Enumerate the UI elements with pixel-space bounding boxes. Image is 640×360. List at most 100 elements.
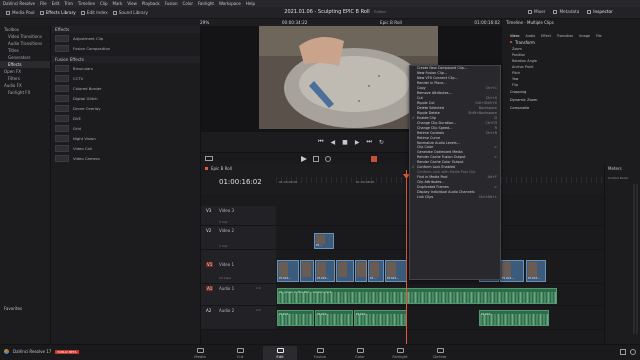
tree-titles[interactable]: Titles <box>0 47 50 54</box>
stop-icon[interactable]: ■ <box>342 139 348 146</box>
menu-file[interactable]: File <box>40 1 47 6</box>
play-reverse-icon[interactable]: ◀ <box>331 139 336 146</box>
track-header-v3[interactable]: V3 Video 3 0 Clip <box>201 206 276 226</box>
project-home-icon[interactable] <box>620 349 626 355</box>
menu-help[interactable]: Help <box>246 1 255 6</box>
snap-icon[interactable] <box>371 156 377 162</box>
clip-v2[interactable]: P1... <box>314 233 334 249</box>
clip-v1-9[interactable]: P1022... <box>500 260 524 282</box>
page-cut[interactable]: Cut <box>223 346 257 360</box>
track-a2[interactable]: P1022... P1022... P1022... P1022... <box>276 306 604 330</box>
fx-adjustment-clip[interactable]: Adjustment Clip <box>55 34 196 43</box>
playhead[interactable] <box>406 170 407 344</box>
tab-file[interactable]: File <box>596 34 602 38</box>
page-color[interactable]: Color <box>343 346 377 360</box>
menu-fusion[interactable]: Fusion <box>165 1 178 6</box>
tree-audio-transitions[interactable]: Audio Transitions <box>0 40 50 47</box>
selection-tool-icon[interactable] <box>301 156 307 162</box>
menu-timeline[interactable]: Timeline <box>78 1 95 6</box>
tree-audio-fx[interactable]: Audio FX <box>0 82 50 89</box>
zoom-level[interactable]: 29% <box>200 20 209 25</box>
tree-generators[interactable]: Generators <box>0 54 50 61</box>
page-media[interactable]: Media <box>183 346 217 360</box>
media-pool-button[interactable]: Media Pool <box>6 10 35 15</box>
viewer-clip-name[interactable]: Epic B Roll <box>380 20 402 25</box>
track-a1[interactable]: 01_Down in The Dirt - version.mp3 <box>276 284 604 306</box>
clip-v1-3[interactable]: P1022... <box>315 260 335 282</box>
inspector-button[interactable]: Inspector <box>587 9 613 14</box>
mixer-button[interactable]: Mixer <box>528 9 545 14</box>
menu-view[interactable]: View <box>127 1 137 6</box>
menu-trim[interactable]: Trim <box>64 1 73 6</box>
loop-icon[interactable]: ↻ <box>379 139 384 146</box>
menu-playback[interactable]: Playback <box>142 1 160 6</box>
effects-library-button[interactable]: Effects Library <box>39 10 76 15</box>
fx-digital-glitch[interactable]: Digital Glitch <box>55 94 196 103</box>
audio-clip-a2-2[interactable]: P1022... <box>315 310 353 326</box>
menu-mark[interactable]: Mark <box>113 1 123 6</box>
section-dynamic-zoom[interactable]: Dynamic Zoom <box>510 96 640 104</box>
clip-v1-4[interactable] <box>336 260 354 282</box>
menu-color[interactable]: Color <box>183 1 193 6</box>
tab-effect[interactable]: Effect <box>541 34 551 38</box>
fx-fusion-composition[interactable]: Fusion Composition <box>55 44 196 53</box>
timeline-tab[interactable]: Epic B Roll <box>205 166 232 171</box>
edit-index-button[interactable]: Edit Index <box>80 10 108 15</box>
trim-tool-icon[interactable] <box>313 156 319 162</box>
play-icon[interactable]: ▶ <box>355 139 360 146</box>
fx-drone-overlay[interactable]: Drone Overlay <box>55 104 196 113</box>
menu-workspace[interactable]: Workspace <box>219 1 241 6</box>
clip-v1-6[interactable]: P1... <box>368 260 384 282</box>
fx-binoculars[interactable]: Binoculars <box>55 64 196 73</box>
track-header-a1[interactable]: A1 Audio 1 2.0 <box>201 284 276 306</box>
track-header-v1[interactable]: V1 Video 1 24 Clips <box>201 250 276 284</box>
fx-video-camera[interactable]: Video Camera <box>55 154 196 163</box>
page-fairlight[interactable]: Fairlight <box>383 346 417 360</box>
clip-v1-5[interactable] <box>355 260 367 282</box>
skip-end-icon[interactable]: ⏭ <box>366 138 371 146</box>
fx-grid[interactable]: Grid <box>55 124 196 133</box>
clip-v1-7[interactable]: P1022... <box>385 260 407 282</box>
audio-clip-a2-1[interactable]: P1022... <box>277 310 314 326</box>
menu-item-clip-duration[interactable]: Change Clip Duration... Ctrl+D <box>410 120 500 125</box>
menu-item-link-clips[interactable]: Link Clips Ctrl+Alt+L <box>410 194 500 199</box>
tab-transition[interactable]: Transition <box>557 34 573 38</box>
tab-audio[interactable]: Audio <box>526 34 536 38</box>
sound-library-button[interactable]: Sound Library <box>112 10 148 15</box>
tree-toolbox[interactable]: Toolbox <box>0 26 50 33</box>
audio-clip-a2-3[interactable]: P1022... <box>354 310 407 326</box>
fx-night-vision[interactable]: Night Vision <box>55 134 196 143</box>
favorites-label[interactable]: Favorites <box>4 306 22 311</box>
menu-fairlight[interactable]: Fairlight <box>198 1 214 6</box>
transform-section[interactable]: Transform <box>502 38 640 46</box>
fx-video-call[interactable]: Video Call <box>55 144 196 153</box>
tab-image[interactable]: Image <box>579 34 590 38</box>
track-header-v2[interactable]: V2 Video 2 1 Clip <box>201 226 276 250</box>
audio-clip-music[interactable]: 01_Down in The Dirt - version.mp3 <box>277 288 557 304</box>
timeline-view-icon[interactable] <box>205 156 213 161</box>
tree-fairlight-fx[interactable]: Fairlight FX <box>0 89 50 96</box>
settings-gear-icon[interactable] <box>630 349 636 355</box>
tree-filters[interactable]: Filters <box>0 75 50 82</box>
menu-clip[interactable]: Clip <box>100 1 108 6</box>
tree-video-transitions[interactable]: Video Transitions <box>0 33 50 40</box>
clip-v1-1[interactable]: P1022... <box>277 260 299 282</box>
audio-clip-a2-4[interactable]: P1022... <box>479 310 549 326</box>
track-header-a2[interactable]: A2 Audio 2 2.0 <box>201 306 276 330</box>
fx-colored-border[interactable]: Colored Border <box>55 84 196 93</box>
menu-edit[interactable]: Edit <box>52 1 60 6</box>
fx-cctv[interactable]: CCTV <box>55 74 196 83</box>
clip-v1-10[interactable]: P1022... <box>526 260 546 282</box>
menu-davinci[interactable]: DaVinci Resolve <box>3 1 35 6</box>
page-deliver[interactable]: Deliver <box>423 346 457 360</box>
page-fusion[interactable]: Fusion <box>303 346 337 360</box>
fx-dve[interactable]: DVE <box>55 114 196 123</box>
metadata-button[interactable]: Metadata <box>553 9 579 14</box>
page-edit[interactable]: Edit <box>263 346 297 360</box>
skip-start-icon[interactable]: ⏮ <box>318 138 323 146</box>
section-cropping[interactable]: Cropping <box>510 88 640 96</box>
clip-v1-2[interactable] <box>300 260 314 282</box>
blade-tool-icon[interactable] <box>325 156 331 162</box>
section-composite[interactable]: Composite <box>510 104 640 112</box>
tab-video[interactable]: Video <box>510 34 520 38</box>
